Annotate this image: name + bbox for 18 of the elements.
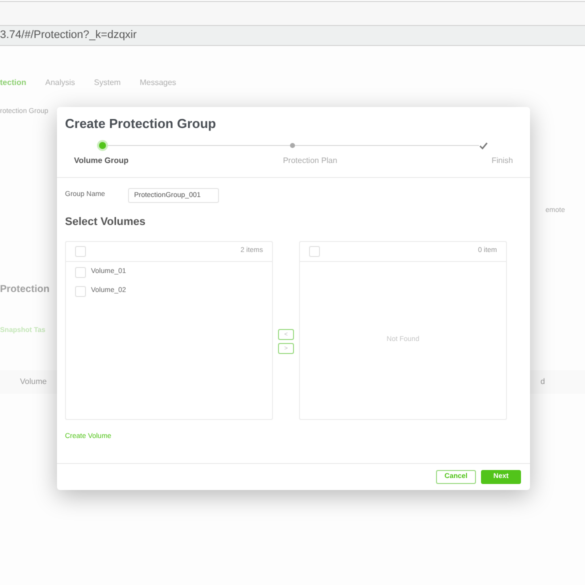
step-label: Volume Group bbox=[74, 154, 129, 166]
checkbox[interactable] bbox=[75, 246, 86, 257]
step-label: Finish bbox=[492, 154, 513, 166]
nav-tab[interactable]: Analysis bbox=[45, 77, 76, 89]
checkbox[interactable] bbox=[309, 246, 320, 257]
nav-tab[interactable]: System bbox=[94, 77, 121, 89]
column-header: Volume bbox=[20, 376, 47, 388]
page-heading: Protection bbox=[0, 284, 50, 295]
dialog-title: Create Protection Group bbox=[65, 115, 217, 133]
column-header: d bbox=[540, 376, 545, 388]
section-title: Select Volumes bbox=[65, 214, 146, 230]
checkbox[interactable] bbox=[75, 267, 86, 278]
check-icon bbox=[479, 142, 488, 150]
checkbox[interactable] bbox=[75, 286, 86, 297]
address-bar[interactable]: 3.74/#/Protection?_k=dzqxir bbox=[0, 26, 585, 46]
nav-tab[interactable]: tection bbox=[0, 77, 26, 89]
step-label: Protection Plan bbox=[282, 154, 338, 166]
nav-tab[interactable]: Messages bbox=[140, 77, 176, 89]
